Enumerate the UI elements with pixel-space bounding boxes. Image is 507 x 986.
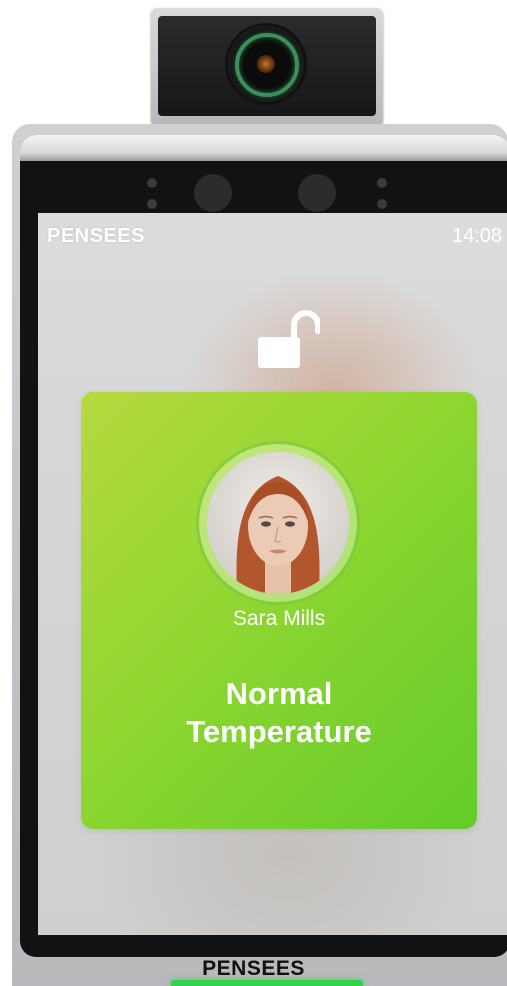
person-name: Sara Mills [232, 607, 326, 630]
avatar-ring [199, 444, 357, 602]
sensor-dot-left-bottom [147, 199, 157, 209]
screen-brand-logo: PENSEES [47, 225, 145, 247]
bezel-top-strip [20, 135, 507, 161]
avatar [207, 452, 349, 594]
camera-lens-icon [228, 26, 304, 102]
sensor-circle-right [298, 174, 336, 212]
device-brand-logo: PENSEES [202, 957, 305, 980]
sensor-dot-right-bottom [377, 199, 387, 209]
sensor-dot-left-top [147, 178, 157, 188]
sensor-dot-right-top [377, 178, 387, 188]
sensor-circle-left [194, 174, 232, 212]
recognition-card: Sara Mills Normal Temperature [81, 392, 477, 829]
face-portrait-icon [207, 452, 349, 594]
camera-module [151, 8, 383, 126]
camera-face [158, 16, 376, 116]
clock-time: 14:08 [452, 225, 503, 247]
status-led-bar [171, 980, 363, 986]
temperature-status: Normal Temperature [81, 675, 477, 751]
display-screen: PENSEES 14:08 Sara Mills Normal Temperat… [38, 213, 507, 935]
unlock-icon [258, 310, 320, 368]
status-line-1: Normal [225, 676, 333, 711]
lens-pupil [257, 55, 275, 73]
status-line-2: Temperature [186, 714, 372, 749]
